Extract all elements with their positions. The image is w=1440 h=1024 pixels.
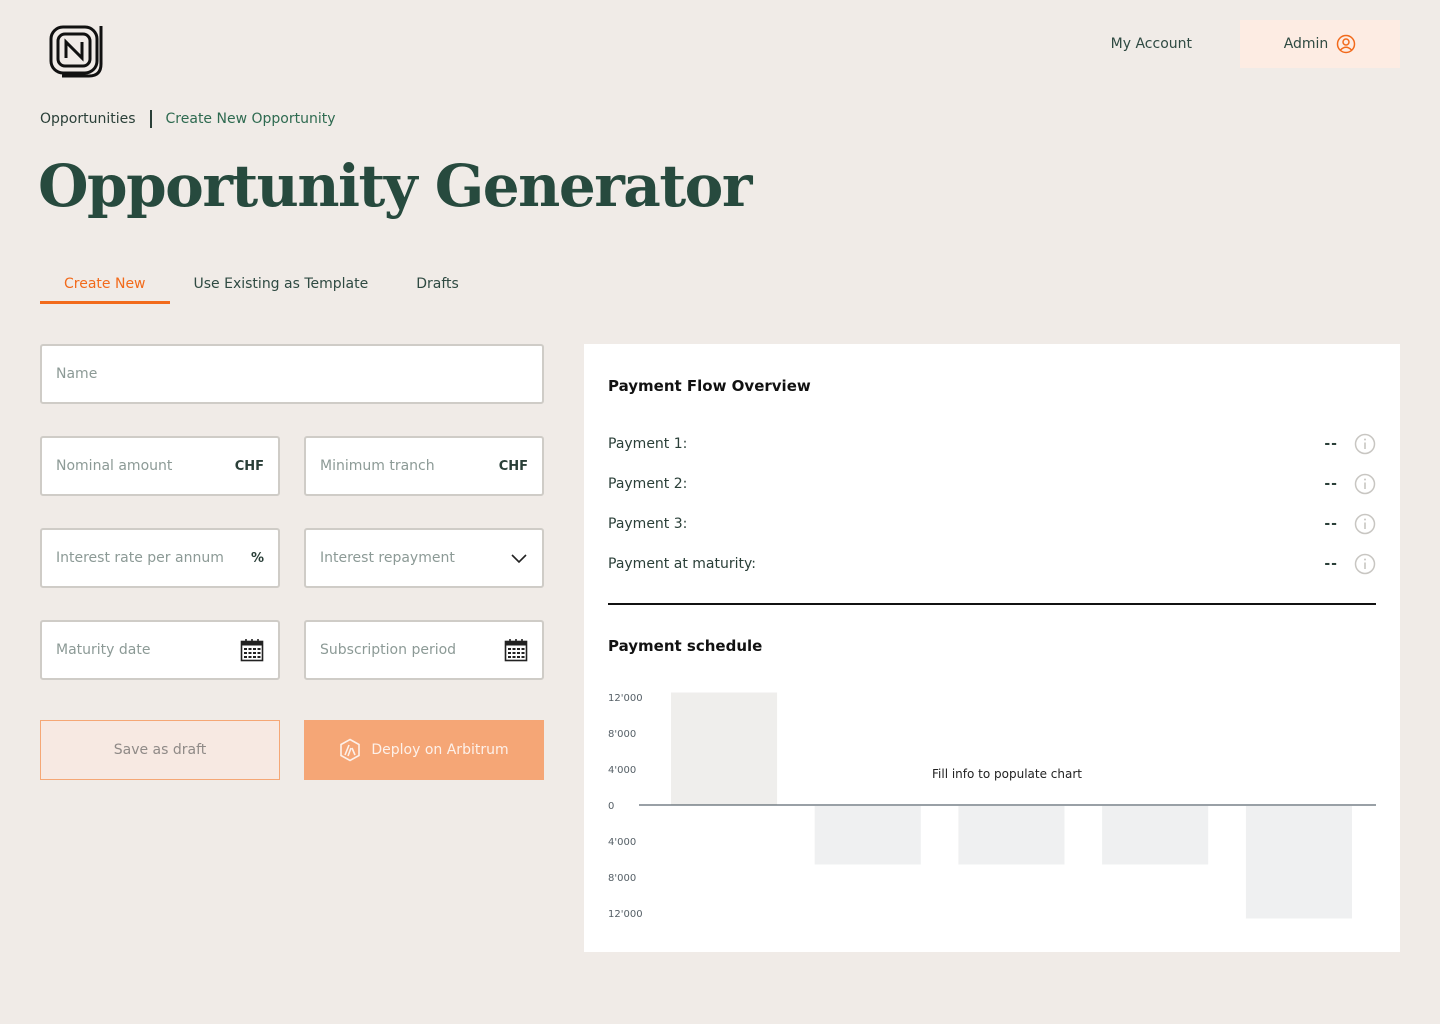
top-navigation: My Account Admin	[1111, 20, 1400, 68]
tab-bar: Create New Use Existing as Template Draf…	[40, 270, 483, 304]
percent-suffix: %	[250, 550, 264, 566]
interest-rate-placeholder: Interest rate per annum	[56, 550, 224, 566]
y-tick-label: 8'000	[608, 729, 636, 740]
payment-panel: Payment Flow Overview Payment 1: -- Paym…	[584, 344, 1400, 952]
payment-value: --	[1324, 436, 1338, 452]
chart-bar	[814, 806, 921, 865]
chart-bar	[1245, 806, 1352, 919]
user-circle-icon	[1337, 34, 1356, 54]
deploy-arbitrum-button[interactable]: Deploy on Arbitrum	[304, 720, 544, 780]
y-tick-label: 4'000	[608, 837, 636, 848]
breadcrumb: Opportunities Create New Opportunity	[40, 110, 336, 128]
y-tick-label: 8'000	[608, 873, 636, 884]
maturity-date-field[interactable]: Maturity date	[40, 620, 280, 680]
breadcrumb-opportunities[interactable]: Opportunities	[40, 111, 136, 127]
interest-repayment-select[interactable]: Interest repayment	[304, 528, 544, 588]
breadcrumb-separator	[149, 110, 152, 128]
subscription-period-placeholder: Subscription period	[320, 642, 457, 658]
interest-rate-field[interactable]: Interest rate per annum %	[40, 528, 280, 588]
payment-schedule-title: Payment schedule	[608, 637, 763, 655]
chart-bar	[958, 806, 1065, 865]
payment-row: Payment 2: --	[608, 472, 1376, 496]
payment-row: Payment 1: --	[608, 432, 1376, 456]
minimum-tranch-field[interactable]: Minimum tranch CHF	[304, 436, 544, 496]
chart-bar	[671, 692, 778, 805]
admin-label: Admin	[1283, 36, 1329, 52]
chart-placeholder-text: Fill info to populate chart	[932, 767, 1082, 781]
currency-suffix: CHF	[234, 458, 264, 474]
payment-row: Payment at maturity: --	[608, 552, 1376, 576]
payment-label: Payment 2:	[608, 476, 688, 492]
save-draft-button[interactable]: Save as draft	[40, 720, 280, 780]
page-title: Opportunity Generator	[38, 152, 752, 220]
interest-repayment-placeholder: Interest repayment	[320, 550, 455, 566]
payment-label: Payment at maturity:	[608, 556, 756, 572]
calendar-icon[interactable]	[504, 638, 528, 662]
tab-drafts[interactable]: Drafts	[392, 270, 483, 304]
name-field[interactable]	[40, 344, 544, 404]
payment-value: --	[1324, 476, 1338, 492]
calendar-icon[interactable]	[240, 638, 264, 662]
minimum-tranch-placeholder: Minimum tranch	[320, 458, 435, 474]
subscription-period-field[interactable]: Subscription period	[304, 620, 544, 680]
my-account-link[interactable]: My Account	[1111, 36, 1192, 52]
nd-monogram-logo[interactable]	[48, 24, 104, 78]
y-tick-label: 12'000	[608, 693, 643, 704]
section-divider	[608, 603, 1376, 605]
payment-row: Payment 3: --	[608, 512, 1376, 536]
y-tick-label: 4'000	[608, 765, 636, 776]
info-icon[interactable]	[1354, 553, 1376, 575]
breadcrumb-current[interactable]: Create New Opportunity	[166, 111, 336, 127]
info-icon[interactable]	[1354, 473, 1376, 495]
nominal-amount-field[interactable]: Nominal amount CHF	[40, 436, 280, 496]
payment-value: --	[1324, 516, 1338, 532]
arbitrum-logo-icon	[340, 738, 361, 762]
maturity-date-placeholder: Maturity date	[56, 642, 151, 658]
currency-suffix: CHF	[498, 458, 528, 474]
nominal-amount-placeholder: Nominal amount	[56, 458, 173, 474]
payment-schedule-chart: 12'000 8'000 4'000 0 4'000 8'000 12'000 Fill in…	[608, 692, 1376, 920]
payment-flow-overview-title: Payment Flow Overview	[608, 377, 811, 395]
payment-label: Payment 3:	[608, 516, 688, 532]
info-icon[interactable]	[1354, 513, 1376, 535]
tab-use-existing-template[interactable]: Use Existing as Template	[170, 270, 393, 304]
payment-value: --	[1324, 556, 1338, 572]
payment-label: Payment 1:	[608, 436, 688, 452]
admin-button[interactable]: Admin	[1240, 20, 1400, 68]
tab-create-new[interactable]: Create New	[40, 270, 170, 304]
chart-bar	[1102, 806, 1209, 865]
info-icon[interactable]	[1354, 433, 1376, 455]
y-tick-label: 0	[608, 801, 614, 812]
chevron-down-icon[interactable]	[510, 552, 528, 564]
y-tick-label: 12'000	[608, 909, 643, 920]
deploy-label: Deploy on Arbitrum	[371, 742, 509, 758]
name-input[interactable]	[56, 366, 528, 382]
